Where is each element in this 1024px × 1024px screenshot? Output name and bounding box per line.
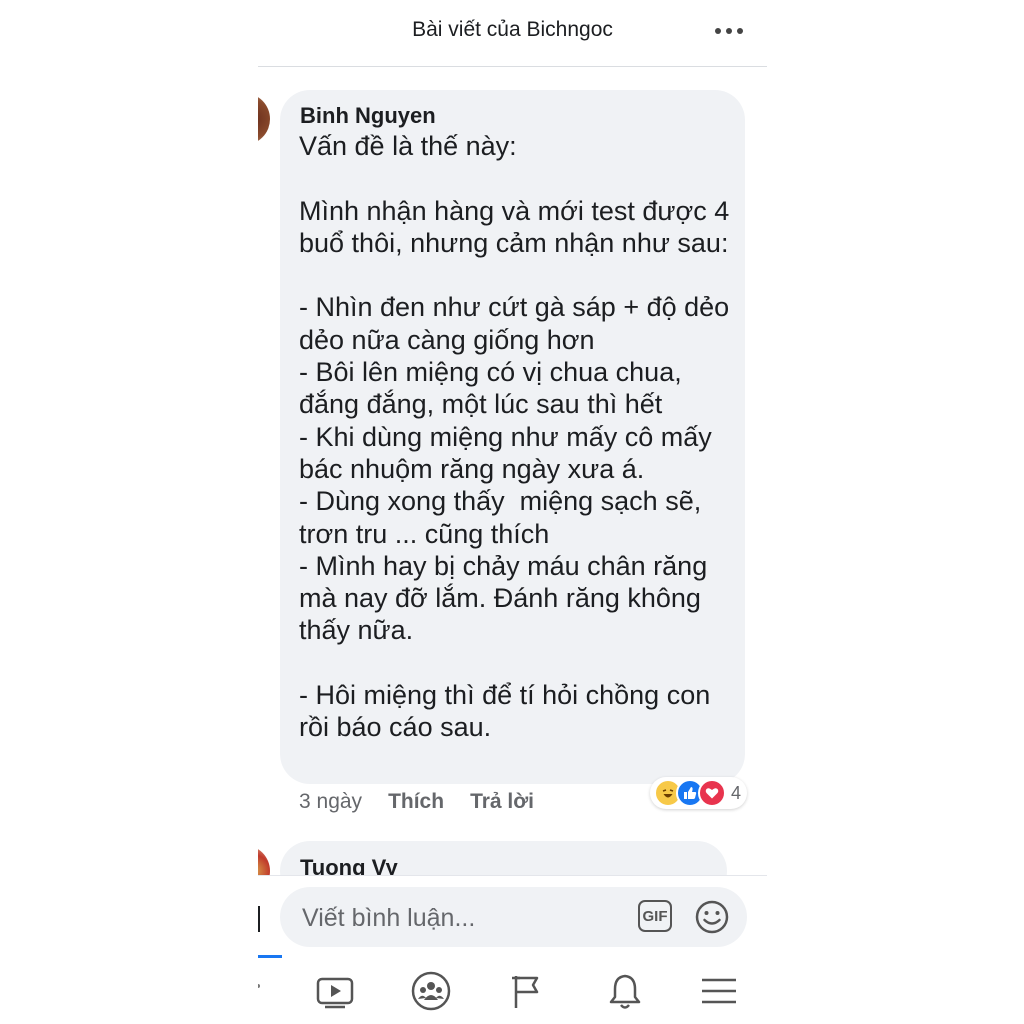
bottom-navigation bbox=[258, 958, 767, 1024]
comment-text: Vấn đề là thế này: Mình nhận hàng và mới… bbox=[299, 131, 730, 743]
comment-composer[interactable]: GIF bbox=[280, 887, 747, 947]
comment-input[interactable] bbox=[300, 900, 624, 936]
more-options-icon[interactable] bbox=[715, 26, 743, 36]
top-header: Bài viết của Bichngoc bbox=[258, 0, 767, 67]
reaction-count: 4 bbox=[731, 782, 742, 803]
comment-composer-bar: GIF bbox=[258, 875, 767, 960]
groups-icon[interactable] bbox=[406, 968, 456, 1014]
menu-icon[interactable] bbox=[694, 968, 744, 1014]
reply-button[interactable]: Trả lời bbox=[470, 790, 534, 814]
like-button[interactable]: Thích bbox=[388, 790, 444, 814]
avatar[interactable] bbox=[258, 93, 270, 145]
facebook-post-comments-screen: Bài viết của Bichngoc Binh Nguyen Vấn đề… bbox=[258, 0, 767, 1024]
reactions-summary[interactable]: 4 bbox=[650, 777, 748, 809]
video-icon[interactable] bbox=[310, 968, 360, 1014]
smiley-icon[interactable] bbox=[694, 899, 730, 935]
page-title: Bài viết của Bichngoc bbox=[412, 18, 613, 41]
comment-actions: 3 ngày Thích Trả lời bbox=[299, 790, 534, 814]
love-icon bbox=[698, 779, 726, 807]
comment-author[interactable]: Binh Nguyen bbox=[300, 103, 436, 129]
comment-bubble: Binh Nguyen Vấn đề là thế này: Mình nhận… bbox=[280, 90, 745, 784]
gif-button[interactable]: GIF bbox=[638, 900, 672, 932]
nav-item-partial[interactable] bbox=[258, 984, 260, 988]
pages-flag-icon[interactable] bbox=[502, 968, 552, 1014]
comment-time[interactable]: 3 ngày bbox=[299, 790, 362, 814]
text-cursor bbox=[258, 906, 260, 932]
notifications-bell-icon[interactable] bbox=[600, 968, 650, 1014]
screenshot-page: Bài viết của Bichngoc Binh Nguyen Vấn đề… bbox=[0, 0, 1024, 1024]
